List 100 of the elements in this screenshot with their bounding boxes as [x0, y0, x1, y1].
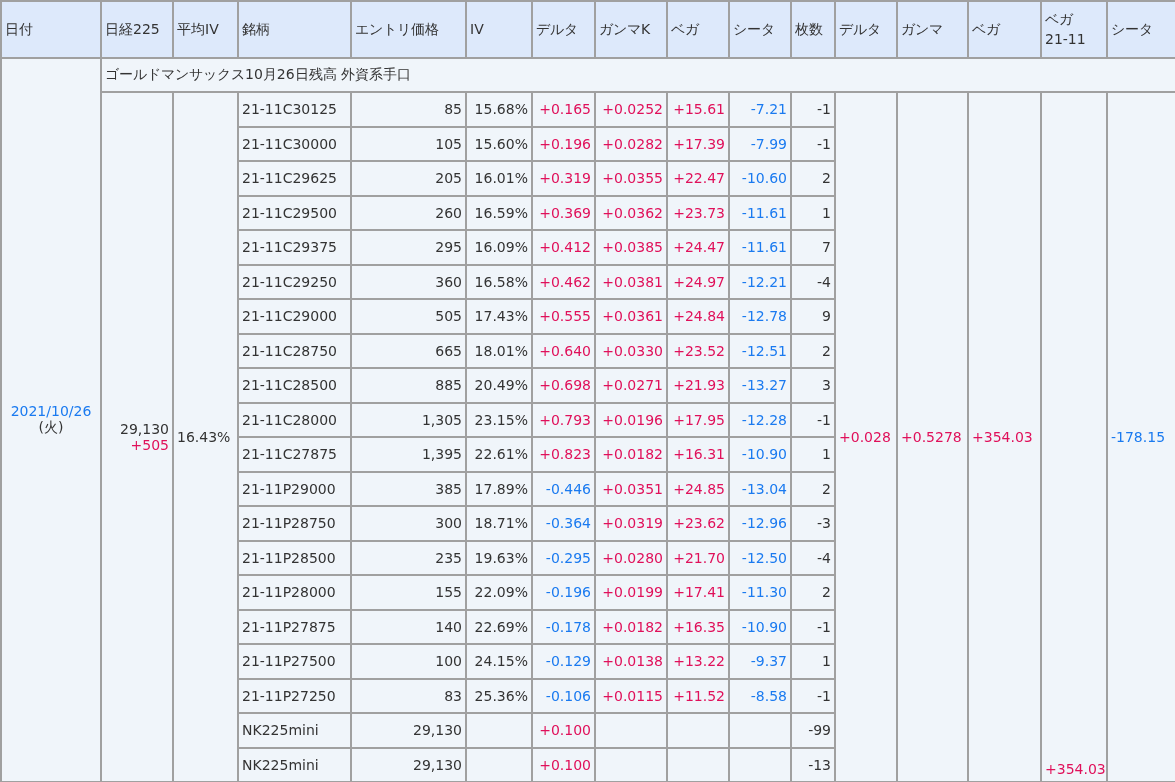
total-vega-cell: +354.03 — [968, 92, 1041, 782]
theta-cell: -7.21 — [729, 92, 791, 127]
theta-cell: -10.60 — [729, 161, 791, 196]
symbol-cell: 21-11C28750 — [238, 333, 351, 368]
theta-cell: -12.96 — [729, 506, 791, 541]
symbol-cell: NK225mini — [238, 713, 351, 748]
theta-cell: -8.58 — [729, 678, 791, 713]
delta-cell: -0.446 — [532, 471, 595, 506]
theta-cell: -13.27 — [729, 368, 791, 403]
column-header: シータ — [729, 1, 791, 58]
iv-cell: 16.09% — [466, 230, 532, 265]
entry-price-cell: 29,130 — [351, 713, 466, 748]
theta-cell: -12.21 — [729, 264, 791, 299]
delta-cell: +0.823 — [532, 437, 595, 472]
vega-cell: +23.62 — [667, 506, 729, 541]
theta-cell: -11.61 — [729, 230, 791, 265]
gamma-cell: +0.0362 — [595, 195, 667, 230]
column-header: IV — [466, 1, 532, 58]
delta-cell: -0.364 — [532, 506, 595, 541]
weekday-text: (火) — [38, 419, 64, 435]
symbol-cell: 21-11C29375 — [238, 230, 351, 265]
theta-cell: -12.51 — [729, 333, 791, 368]
column-header: ベガ — [968, 1, 1041, 58]
column-header: エントリ価格 — [351, 1, 466, 58]
gamma-cell: +0.0182 — [595, 437, 667, 472]
entry-price-cell: 360 — [351, 264, 466, 299]
iv-cell: 20.49% — [466, 368, 532, 403]
vega-cell: +16.31 — [667, 437, 729, 472]
vega-cell: +23.73 — [667, 195, 729, 230]
gamma-cell: +0.0282 — [595, 126, 667, 161]
vega-cell: +23.52 — [667, 333, 729, 368]
entry-price-cell: 885 — [351, 368, 466, 403]
gamma-cell: +0.0361 — [595, 299, 667, 334]
quantity-cell: -1 — [791, 92, 835, 127]
gamma-cell: +0.0138 — [595, 644, 667, 679]
entry-price-cell: 1,395 — [351, 437, 466, 472]
entry-price-cell: 260 — [351, 195, 466, 230]
gamma-cell: +0.0381 — [595, 264, 667, 299]
delta-cell: +0.196 — [532, 126, 595, 161]
entry-price-cell: 235 — [351, 540, 466, 575]
delta-cell: -0.129 — [532, 644, 595, 679]
column-header: シータ — [1107, 1, 1175, 58]
vega-21-11-cell: +354.03 — [1041, 92, 1107, 782]
symbol-cell: 21-11P29000 — [238, 471, 351, 506]
column-header: 平均IV — [173, 1, 238, 58]
theta-cell: -10.90 — [729, 437, 791, 472]
vega-cell: +11.52 — [667, 678, 729, 713]
vega-cell: +22.47 — [667, 161, 729, 196]
entry-price-cell: 1,305 — [351, 402, 466, 437]
vega-cell: +16.35 — [667, 609, 729, 644]
total-gamma-cell: +0.5278 — [897, 92, 968, 782]
gamma-cell: +0.0182 — [595, 609, 667, 644]
symbol-cell: 21-11C29250 — [238, 264, 351, 299]
entry-price-cell: 85 — [351, 92, 466, 127]
column-header: 枚数 — [791, 1, 835, 58]
delta-cell: +0.462 — [532, 264, 595, 299]
theta-cell: -12.28 — [729, 402, 791, 437]
delta-cell: -0.106 — [532, 678, 595, 713]
vega-cell: +15.61 — [667, 92, 729, 127]
iv-cell: 16.59% — [466, 195, 532, 230]
column-header: デルタ — [532, 1, 595, 58]
theta-cell: -11.61 — [729, 195, 791, 230]
delta-cell: -0.295 — [532, 540, 595, 575]
delta-cell: +0.555 — [532, 299, 595, 334]
total-delta-cell: +0.028 — [835, 92, 897, 782]
vega-cell: +17.41 — [667, 575, 729, 610]
column-header: 日経225 — [101, 1, 173, 58]
symbol-cell: 21-11C27875 — [238, 437, 351, 472]
iv-cell: 18.71% — [466, 506, 532, 541]
entry-price-cell: 155 — [351, 575, 466, 610]
vega-cell: +17.95 — [667, 402, 729, 437]
vega-cell: +24.47 — [667, 230, 729, 265]
iv-cell: 16.01% — [466, 161, 532, 196]
delta-cell: +0.793 — [532, 402, 595, 437]
gamma-cell: +0.0319 — [595, 506, 667, 541]
delta-cell: +0.369 — [532, 195, 595, 230]
delta-cell: +0.640 — [532, 333, 595, 368]
iv-cell: 18.01% — [466, 333, 532, 368]
symbol-cell: 21-11P28500 — [238, 540, 351, 575]
entry-price-cell: 665 — [351, 333, 466, 368]
column-header: 銘柄 — [238, 1, 351, 58]
iv-cell: 25.36% — [466, 678, 532, 713]
column-header: ベガ — [667, 1, 729, 58]
vega-cell: +17.39 — [667, 126, 729, 161]
entry-price-cell: 100 — [351, 644, 466, 679]
symbol-cell: 21-11C30125 — [238, 92, 351, 127]
symbol-cell: 21-11C29000 — [238, 299, 351, 334]
iv-cell: 19.63% — [466, 540, 532, 575]
gamma-cell: +0.0115 — [595, 678, 667, 713]
nikkei-change: +505 — [130, 437, 169, 453]
gamma-cell: +0.0330 — [595, 333, 667, 368]
iv-cell: 15.60% — [466, 126, 532, 161]
theta-cell: -7.99 — [729, 126, 791, 161]
delta-cell: -0.196 — [532, 575, 595, 610]
date-link[interactable]: 2021/10/26 — [10, 403, 92, 419]
entry-price-cell: 83 — [351, 678, 466, 713]
iv-cell: 16.58% — [466, 264, 532, 299]
entry-price-cell: 140 — [351, 609, 466, 644]
column-header: ガンマK — [595, 1, 667, 58]
column-header: デルタ — [835, 1, 897, 58]
